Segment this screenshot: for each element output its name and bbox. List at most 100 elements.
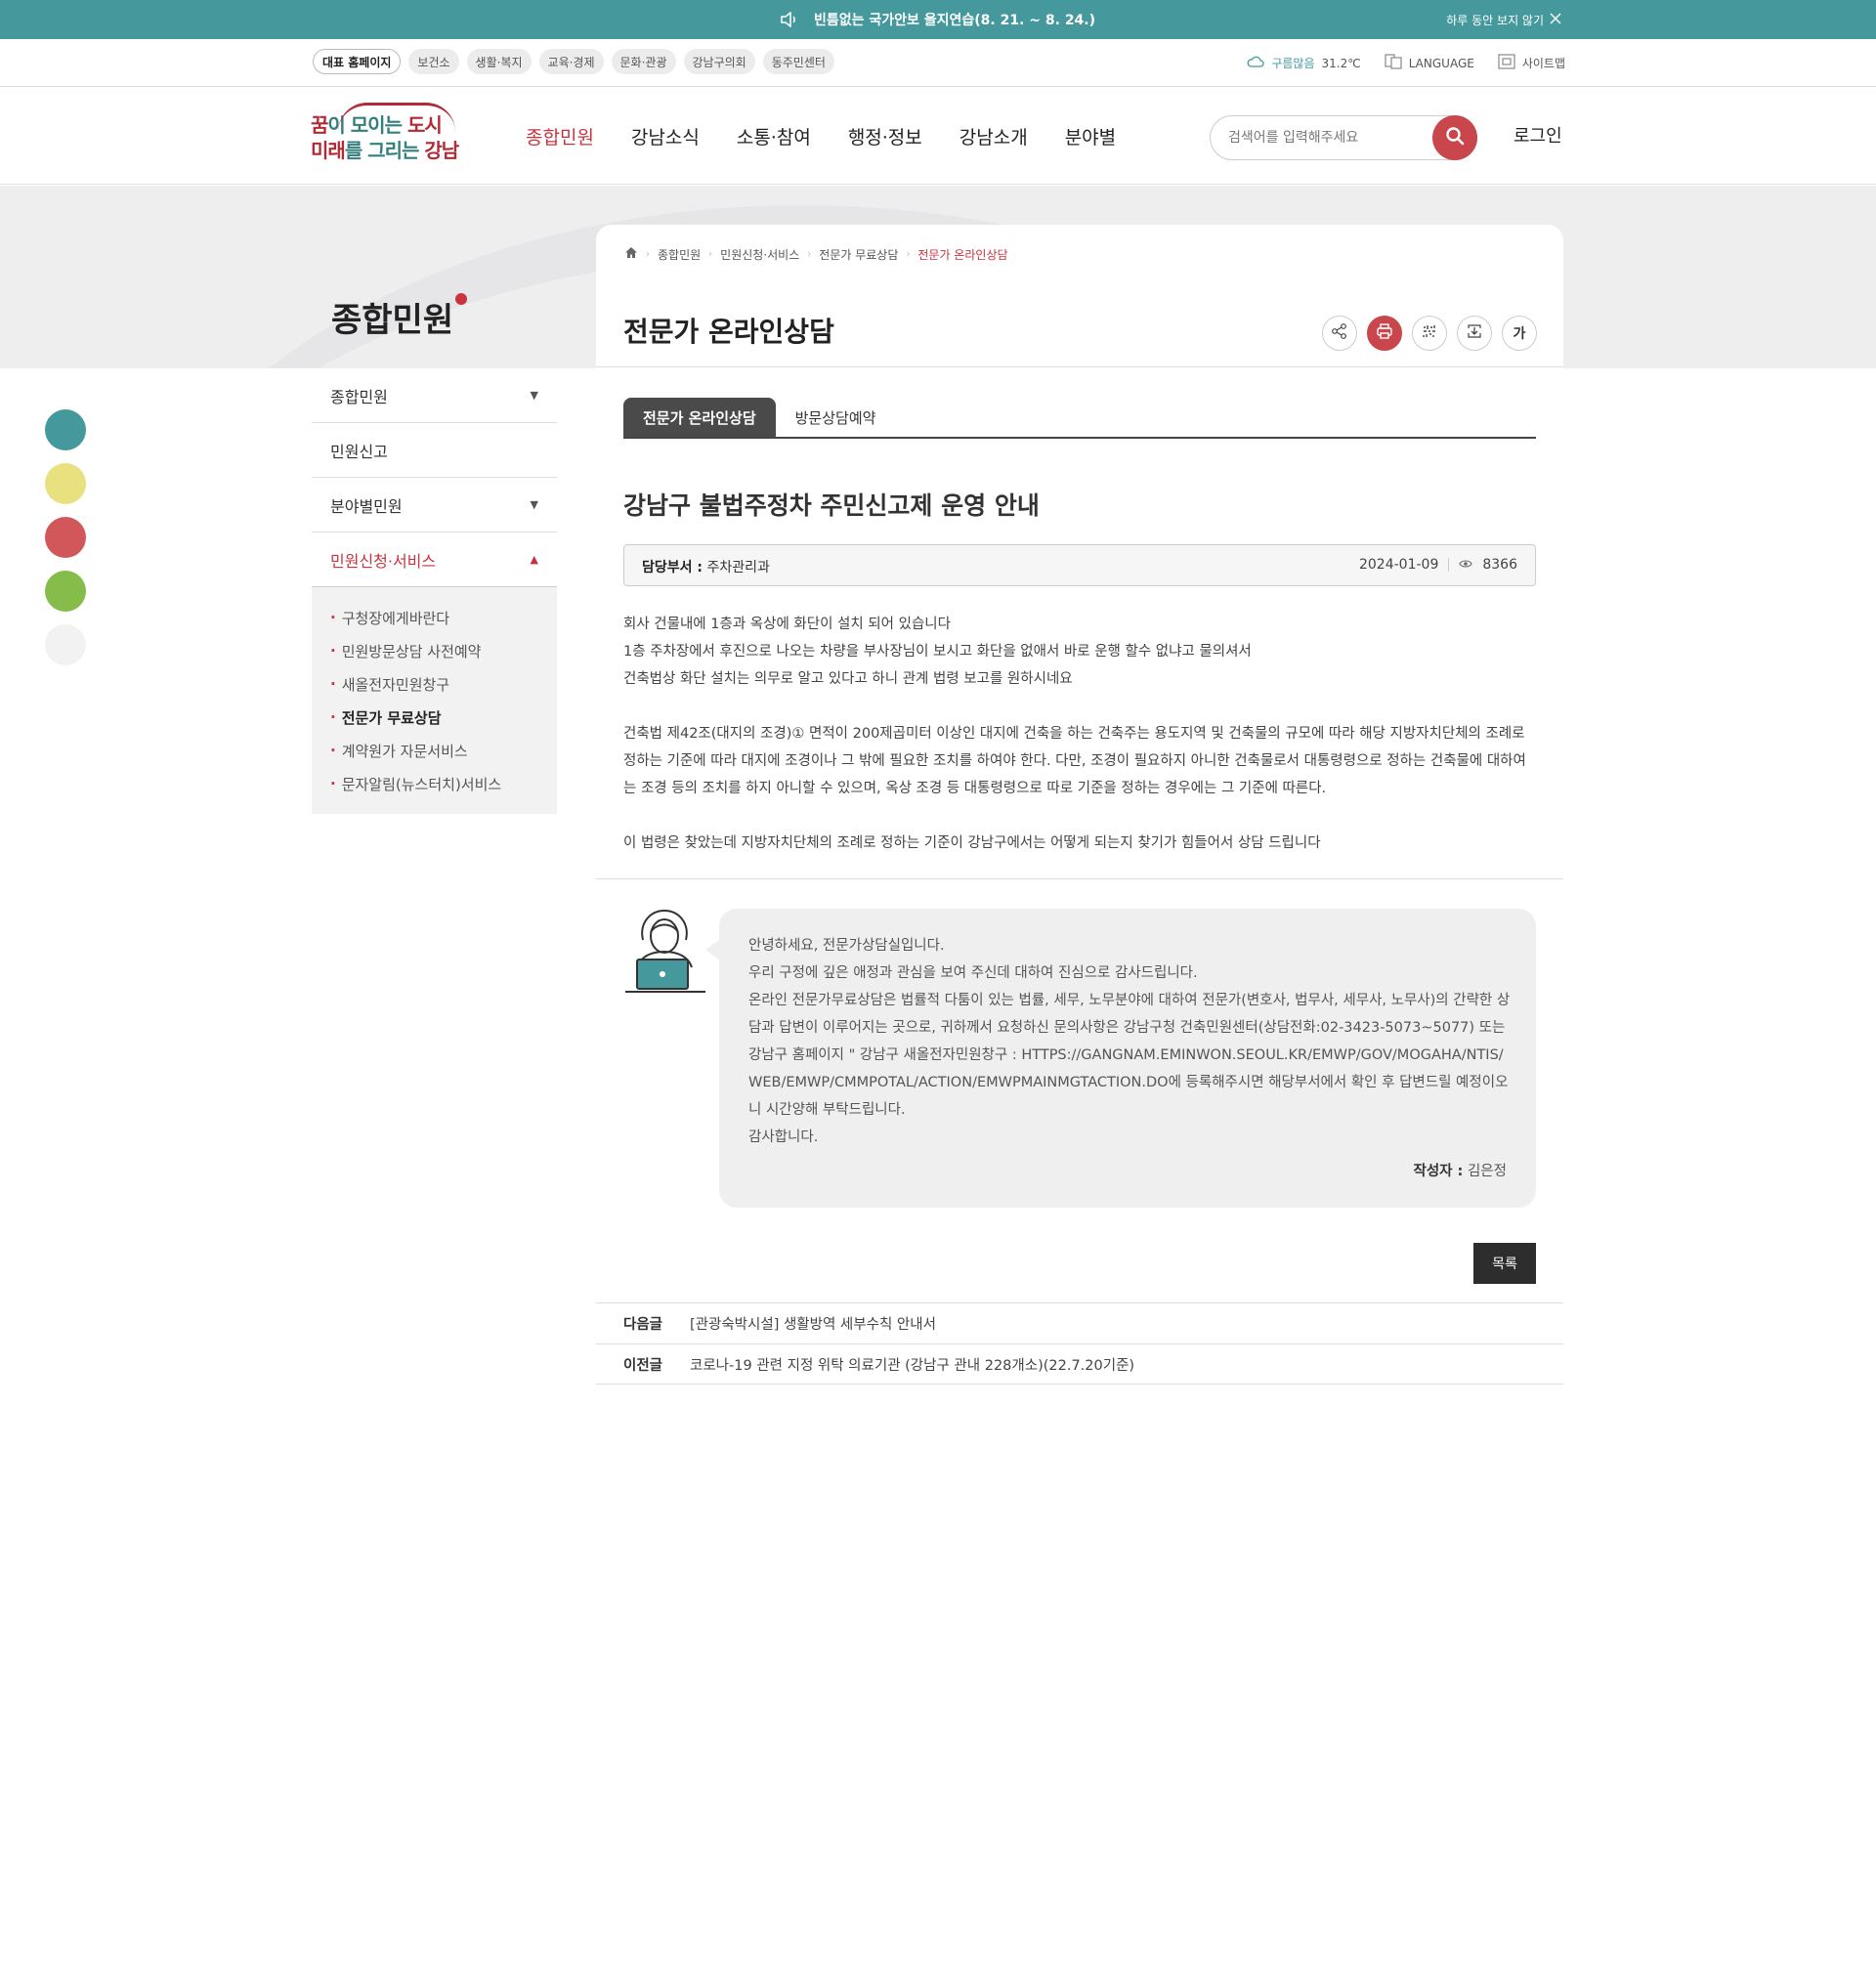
header: 꿈이 모이는 도시 미래를 그리는 강남 종합민원 강남소식 소통·참여 행정·… — [0, 87, 1876, 185]
post-meta: 담당부서 : 주차관리과 2024-01-09 8366 — [623, 544, 1536, 586]
post-meta-right: 2024-01-09 8366 — [1359, 557, 1517, 573]
consultant-avatar-icon — [623, 907, 705, 995]
post-body-line: 건축법상 화단 설치는 의무로 알고 있다고 하니 관계 법령 보고를 원하시네… — [623, 671, 1073, 687]
breadcrumb-current: 전문가 온라인상담 — [917, 247, 1008, 262]
speaker-icon — [781, 12, 798, 27]
notice[interactable]: 빈틈없는 국가안보 을지연습(8. 21. ~ 8. 24.) — [0, 0, 1876, 39]
post-body: 회사 건물내에 1층과 옥상에 화단이 설치 되어 있습니다 1층 주차장에서 … — [623, 611, 1536, 857]
page-title: 전문가 온라인상담 — [623, 316, 834, 348]
util-right: 구름많음 31.2℃ LANGUAGE 사이트맵 — [1247, 39, 1565, 87]
breadcrumb: › 종합민원 › 민원신청·서비스 › 전문가 무료상담 › 전문가 온라인상담 — [624, 242, 1008, 266]
language-label: LANGUAGE — [1408, 56, 1474, 70]
language-button[interactable]: LANGUAGE — [1385, 54, 1474, 72]
content-panel: › 종합민원 › 민원신청·서비스 › 전문가 무료상담 › 전문가 온라인상담… — [596, 225, 1563, 1387]
gnb-civil-service[interactable]: 종합민원 — [526, 123, 594, 149]
qr-button[interactable] — [1412, 316, 1447, 351]
weather-temp: 31.2℃ — [1321, 56, 1361, 70]
util-link-health[interactable]: 보건소 — [408, 49, 459, 74]
sitemap-icon — [1498, 54, 1515, 72]
print-icon — [1376, 322, 1393, 344]
quick-circle-teal[interactable] — [45, 409, 86, 450]
breadcrumb-item[interactable]: 종합민원 — [658, 246, 701, 263]
util-link-culture[interactable]: 문화·관광 — [611, 49, 676, 74]
quick-circle-yellow[interactable] — [45, 463, 86, 504]
util-link-welfare[interactable]: 생활·복지 — [466, 49, 532, 74]
prev-post-label: 이전글 — [623, 1357, 663, 1374]
chevron-up-icon: ▲ — [530, 553, 538, 566]
language-icon — [1385, 54, 1402, 72]
logo-line2: 미래를 그리는 강남 — [311, 139, 459, 162]
sidebar-item-application-service[interactable]: 민원신청·서비스 ▲ — [312, 533, 557, 587]
answer-line: 감사합니다. — [748, 1130, 819, 1145]
eye-icon — [1459, 557, 1472, 573]
gnb-administration[interactable]: 행정·정보 — [848, 123, 922, 149]
share-icon — [1331, 322, 1348, 344]
sidebar-item-civil-service[interactable]: 종합민원 ▼ — [312, 368, 557, 423]
util-link-community-center[interactable]: 동주민센터 — [762, 49, 834, 74]
search-button[interactable] — [1432, 115, 1477, 160]
print-button[interactable] — [1367, 316, 1402, 351]
main-nav: 종합민원 강남소식 소통·참여 행정·정보 강남소개 분야별 — [526, 87, 1116, 185]
close-today-label: 하루 동안 보지 않기 — [1446, 13, 1544, 27]
chevron-down-icon: ▼ — [530, 498, 538, 511]
breadcrumb-item[interactable]: 전문가 무료상담 — [819, 246, 898, 263]
answer-bubble: 안녕하세요, 전문가상담실입니다. 우리 구정에 깊은 애정과 관심을 보여 주… — [705, 909, 1536, 1208]
post-department: 담당부서 : 주차관리과 — [642, 560, 770, 576]
gnb-participation[interactable]: 소통·참여 — [737, 123, 811, 149]
breadcrumb-item[interactable]: 민원신청·서비스 — [720, 246, 799, 263]
divider — [596, 366, 1563, 367]
font-size-button[interactable]: 가 — [1502, 316, 1537, 351]
logo[interactable]: 꿈이 모이는 도시 미래를 그리는 강남 — [311, 103, 467, 165]
login-link[interactable]: 로그인 — [1514, 122, 1562, 148]
tab-visit-reservation[interactable]: 방문상담예약 — [776, 398, 896, 437]
sidebar-sub-item[interactable]: 계약원가 자문서비스 — [330, 734, 557, 767]
cloud-icon — [1247, 56, 1264, 70]
sitemap-button[interactable]: 사이트맵 — [1498, 54, 1565, 72]
close-icon — [1550, 13, 1561, 27]
download-icon — [1466, 322, 1483, 344]
post-body-line: 이 법령은 찾았는데 지방자치단체의 조례로 정하는 기준이 강남구에서는 어떻… — [623, 835, 1321, 851]
sidebar-submenu: 구청장에게바란다 민원방문상담 사전예약 새올전자민원창구 전문가 무료상담 계… — [312, 587, 557, 814]
sidebar-sub-item[interactable]: 구청장에게바란다 — [330, 601, 557, 634]
page-tools: 가 — [1322, 316, 1537, 351]
close-today-button[interactable]: 하루 동안 보지 않기 — [1446, 0, 1561, 39]
quick-circle-green[interactable] — [45, 571, 86, 612]
family-site-links: 대표 홈페이지 보건소 생활·복지 교육·경제 문화·관광 강남구의회 동주민센… — [313, 49, 834, 74]
util-link-main[interactable]: 대표 홈페이지 — [313, 49, 402, 74]
sidebar-item-report[interactable]: 민원신고 — [312, 423, 557, 478]
gnb-by-field[interactable]: 분야별 — [1065, 123, 1116, 149]
answer-text: 안녕하세요, 전문가상담실입니다. 우리 구정에 깊은 애정과 관심을 보여 주… — [748, 932, 1511, 1151]
share-button[interactable] — [1322, 316, 1357, 351]
download-button[interactable] — [1457, 316, 1492, 351]
util-link-council[interactable]: 강남구의회 — [683, 49, 755, 74]
sidebar-sub-item[interactable]: 문자알림(뉴스터치)서비스 — [330, 767, 557, 800]
chevron-down-icon: ▼ — [530, 389, 538, 402]
prev-post-link[interactable]: 코로나-19 관련 지정 위탁 의료기관 (강남구 관내 228개소)(22.7… — [690, 1354, 1134, 1375]
qr-icon — [1421, 322, 1438, 344]
sidebar-item-by-field[interactable]: 분야별민원 ▼ — [312, 478, 557, 533]
search-input[interactable] — [1228, 126, 1424, 149]
sidebar-sub-item[interactable]: 민원방문상담 사전예약 — [330, 634, 557, 667]
weather-label: 구름많음 — [1271, 57, 1315, 70]
quick-circle-red[interactable] — [45, 517, 86, 558]
util-link-education[interactable]: 교육·경제 — [538, 49, 604, 74]
post-body-line: 건축법 제42조(대지의 조경)① 면적이 200제곱미터 이상인 대지에 건축… — [623, 726, 1526, 796]
list-button[interactable]: 목록 — [1473, 1243, 1536, 1284]
logo-arc — [338, 103, 455, 132]
quick-menu — [45, 409, 86, 665]
sitemap-label: 사이트맵 — [1521, 57, 1565, 70]
gnb-about[interactable]: 강남소개 — [959, 123, 1028, 149]
notice-text[interactable]: 빈틈없는 국가안보 을지연습(8. 21. ~ 8. 24.) — [814, 10, 1095, 29]
sidebar-sub-item[interactable]: 새올전자민원창구 — [330, 667, 557, 701]
gnb-news[interactable]: 강남소식 — [631, 123, 700, 149]
sidebar-sub-item-active[interactable]: 전문가 무료상담 — [330, 701, 557, 734]
next-post-link[interactable]: [관광숙박시설] 생활방역 세부수칙 안내서 — [690, 1313, 936, 1334]
home-icon[interactable] — [624, 246, 638, 262]
content-tabs: 전문가 온라인상담 방문상담예약 — [623, 398, 1536, 439]
notice-bar: 빈틈없는 국가안보 을지연습(8. 21. ~ 8. 24.) 하루 동안 보지… — [0, 0, 1876, 39]
post-date: 2024-01-09 — [1358, 557, 1439, 573]
post-navigation: 다음글 [관광숙박시설] 생활방역 세부수칙 안내서 이전글 코로나-19 관련… — [596, 1302, 1563, 1385]
tab-online-consult[interactable]: 전문가 온라인상담 — [623, 398, 776, 437]
quick-circle-gray[interactable] — [45, 624, 86, 665]
search-icon — [1445, 126, 1465, 149]
